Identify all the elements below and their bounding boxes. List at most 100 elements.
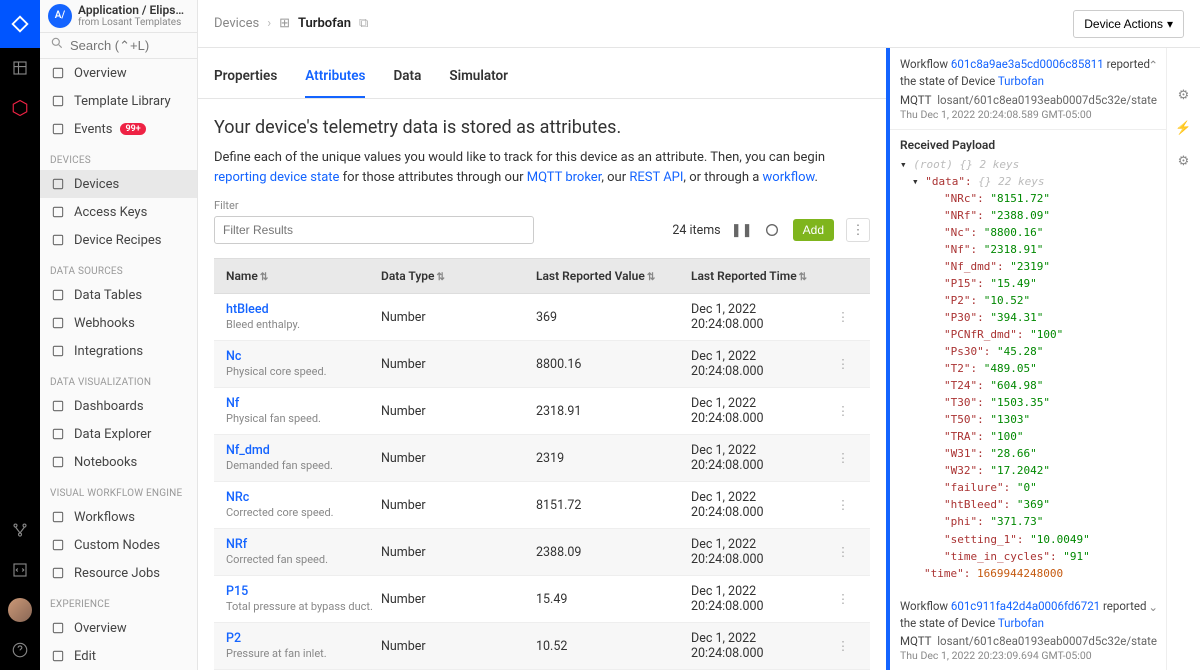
attr-name[interactable]: htBleed: [226, 302, 381, 317]
attr-type: Number: [381, 310, 536, 325]
search-icon: [50, 36, 64, 54]
toolstrip: ⚙ ⚡ ⚙: [1166, 48, 1200, 670]
payload-pair: "time_in_cycles": "91": [900, 548, 1156, 565]
table-header: Name⇅ Data Type⇅ Last Reported Value⇅ La…: [214, 258, 870, 294]
attr-desc: Demanded fan speed.: [226, 459, 333, 472]
settings-icon[interactable]: ⚙: [1178, 154, 1190, 169]
log-entry[interactable]: ⌃ Workflow 601c8a9ae3a5cd0006c85811 repo…: [890, 48, 1166, 130]
col-type[interactable]: Data Type: [381, 269, 435, 283]
sidebar-item-label: Notebooks: [74, 455, 137, 470]
copy-icon[interactable]: ⧉: [359, 16, 368, 31]
attr-name[interactable]: Nf_dmd: [226, 443, 381, 458]
chevron-up-icon[interactable]: ⌃: [1148, 58, 1158, 72]
payload-pair: "Nf": "2318.91": [900, 241, 1156, 258]
payload-pair: "TRA": "100": [900, 428, 1156, 445]
sidebar-item-label: Dashboards: [74, 399, 144, 414]
nav-icon-graph[interactable]: [0, 510, 40, 550]
attr-name[interactable]: NRc: [226, 490, 381, 505]
col-val[interactable]: Last Reported Value: [536, 269, 645, 283]
row-menu[interactable]: ⋮: [828, 544, 858, 560]
avatar[interactable]: [8, 598, 32, 622]
items-count: 24 items: [672, 223, 720, 238]
sidebar-item-workflows[interactable]: Workflows: [40, 503, 197, 531]
row-menu[interactable]: ⋮: [828, 309, 858, 325]
sidebar-item-custom-nodes[interactable]: Custom Nodes: [40, 531, 197, 559]
row-menu[interactable]: ⋮: [828, 497, 858, 513]
sidebar-item-devices[interactable]: Devices: [40, 170, 197, 198]
more-menu[interactable]: ⋮: [846, 218, 870, 242]
sidebar-item-dashboards[interactable]: Dashboards: [40, 392, 197, 420]
refresh-icon[interactable]: [763, 221, 781, 239]
sidebar-item-label: Overview: [74, 621, 127, 636]
pause-icon[interactable]: ❚❚: [733, 221, 751, 239]
payload-pair: "phi": "371.73": [900, 513, 1156, 530]
tab-properties[interactable]: Properties: [214, 68, 277, 98]
sidebar-item-overview[interactable]: Overview: [40, 614, 197, 642]
nav-icon-1[interactable]: [0, 48, 40, 88]
device-actions-button[interactable]: Device Actions▾: [1073, 10, 1184, 38]
debug-icon[interactable]: ⚡: [1175, 121, 1191, 136]
sidebar-item-access-keys[interactable]: Access Keys: [40, 198, 197, 226]
attr-name[interactable]: P2: [226, 631, 381, 646]
row-menu[interactable]: ⋮: [828, 356, 858, 372]
payload-pair: "htBleed": "369": [900, 496, 1156, 513]
sidebar-item-events[interactable]: Events99+: [40, 115, 197, 143]
sidebar-header[interactable]: A/ Application / Elipsa Pr… from Losant …: [40, 0, 197, 33]
sidebar-item-edit[interactable]: Edit: [40, 642, 197, 670]
sidebar-item-data-explorer[interactable]: Data Explorer: [40, 420, 197, 448]
sidebar: A/ Application / Elipsa Pr… from Losant …: [40, 0, 198, 670]
payload-pair: "W32": "17.2042": [900, 462, 1156, 479]
attr-type: Number: [381, 592, 536, 607]
row-menu[interactable]: ⋮: [828, 403, 858, 419]
sidebar-item-webhooks[interactable]: Webhooks: [40, 309, 197, 337]
link-reporting-state[interactable]: reporting device state: [214, 170, 339, 185]
search-input[interactable]: [70, 38, 187, 53]
tab-simulator[interactable]: Simulator: [449, 68, 508, 98]
attr-value: 15.49: [536, 592, 691, 607]
attr-desc: Physical core speed.: [226, 365, 327, 378]
help-icon[interactable]: [0, 630, 40, 670]
attr-value: 8151.72: [536, 498, 691, 513]
search-box[interactable]: [40, 33, 197, 59]
attr-value: 369: [536, 310, 691, 325]
device-icon: ⊞: [279, 16, 290, 31]
logo[interactable]: [0, 0, 40, 48]
sidebar-item-device-recipes[interactable]: Device Recipes: [40, 226, 197, 254]
row-menu[interactable]: ⋮: [828, 638, 858, 654]
tab-data[interactable]: Data: [393, 68, 421, 98]
attr-name[interactable]: Nf: [226, 396, 381, 411]
attr-name[interactable]: P15: [226, 584, 381, 599]
link-rest[interactable]: REST API: [629, 170, 683, 185]
sidebar-item-notebooks[interactable]: Notebooks: [40, 448, 197, 476]
payload-pair: "setting_1": "10.0049": [900, 531, 1156, 548]
chevron-down-icon[interactable]: ⌄: [1148, 600, 1158, 614]
sidebar-icon: [50, 93, 66, 109]
attr-name[interactable]: Nc: [226, 349, 381, 364]
payload-pair: "Nc": "8800.16": [900, 224, 1156, 241]
attr-desc: Pressure at fan inlet.: [226, 647, 327, 660]
col-time[interactable]: Last Reported Time: [691, 269, 797, 283]
tab-attributes[interactable]: Attributes: [305, 68, 365, 98]
nav-icon-code[interactable]: [0, 550, 40, 590]
filter-input[interactable]: [214, 216, 534, 244]
sidebar-icon: [50, 398, 66, 414]
attr-value: 2319: [536, 451, 691, 466]
nav-icon-2[interactable]: [0, 88, 40, 128]
attr-time: Dec 1, 2022 20:24:08.000: [691, 443, 828, 473]
sidebar-item-data-tables[interactable]: Data Tables: [40, 281, 197, 309]
sidebar-item-template-library[interactable]: Template Library: [40, 87, 197, 115]
col-name[interactable]: Name: [226, 269, 258, 283]
attr-name[interactable]: NRf: [226, 537, 381, 552]
link-workflow[interactable]: workflow: [763, 170, 815, 185]
link-mqtt[interactable]: MQTT broker: [527, 170, 602, 185]
sidebar-item-resource-jobs[interactable]: Resource Jobs: [40, 559, 197, 587]
row-menu[interactable]: ⋮: [828, 591, 858, 607]
sidebar-item-overview[interactable]: Overview: [40, 59, 197, 87]
sidebar-icon: [50, 537, 66, 553]
sidebar-item-integrations[interactable]: Integrations: [40, 337, 197, 365]
row-menu[interactable]: ⋮: [828, 450, 858, 466]
gear-icon[interactable]: ⚙: [1178, 88, 1190, 103]
breadcrumb-root[interactable]: Devices: [214, 16, 259, 31]
add-button[interactable]: Add: [793, 219, 834, 241]
log-entry[interactable]: ⌄ Workflow 601c911fa42d4a0006fd6721 repo…: [890, 590, 1166, 670]
